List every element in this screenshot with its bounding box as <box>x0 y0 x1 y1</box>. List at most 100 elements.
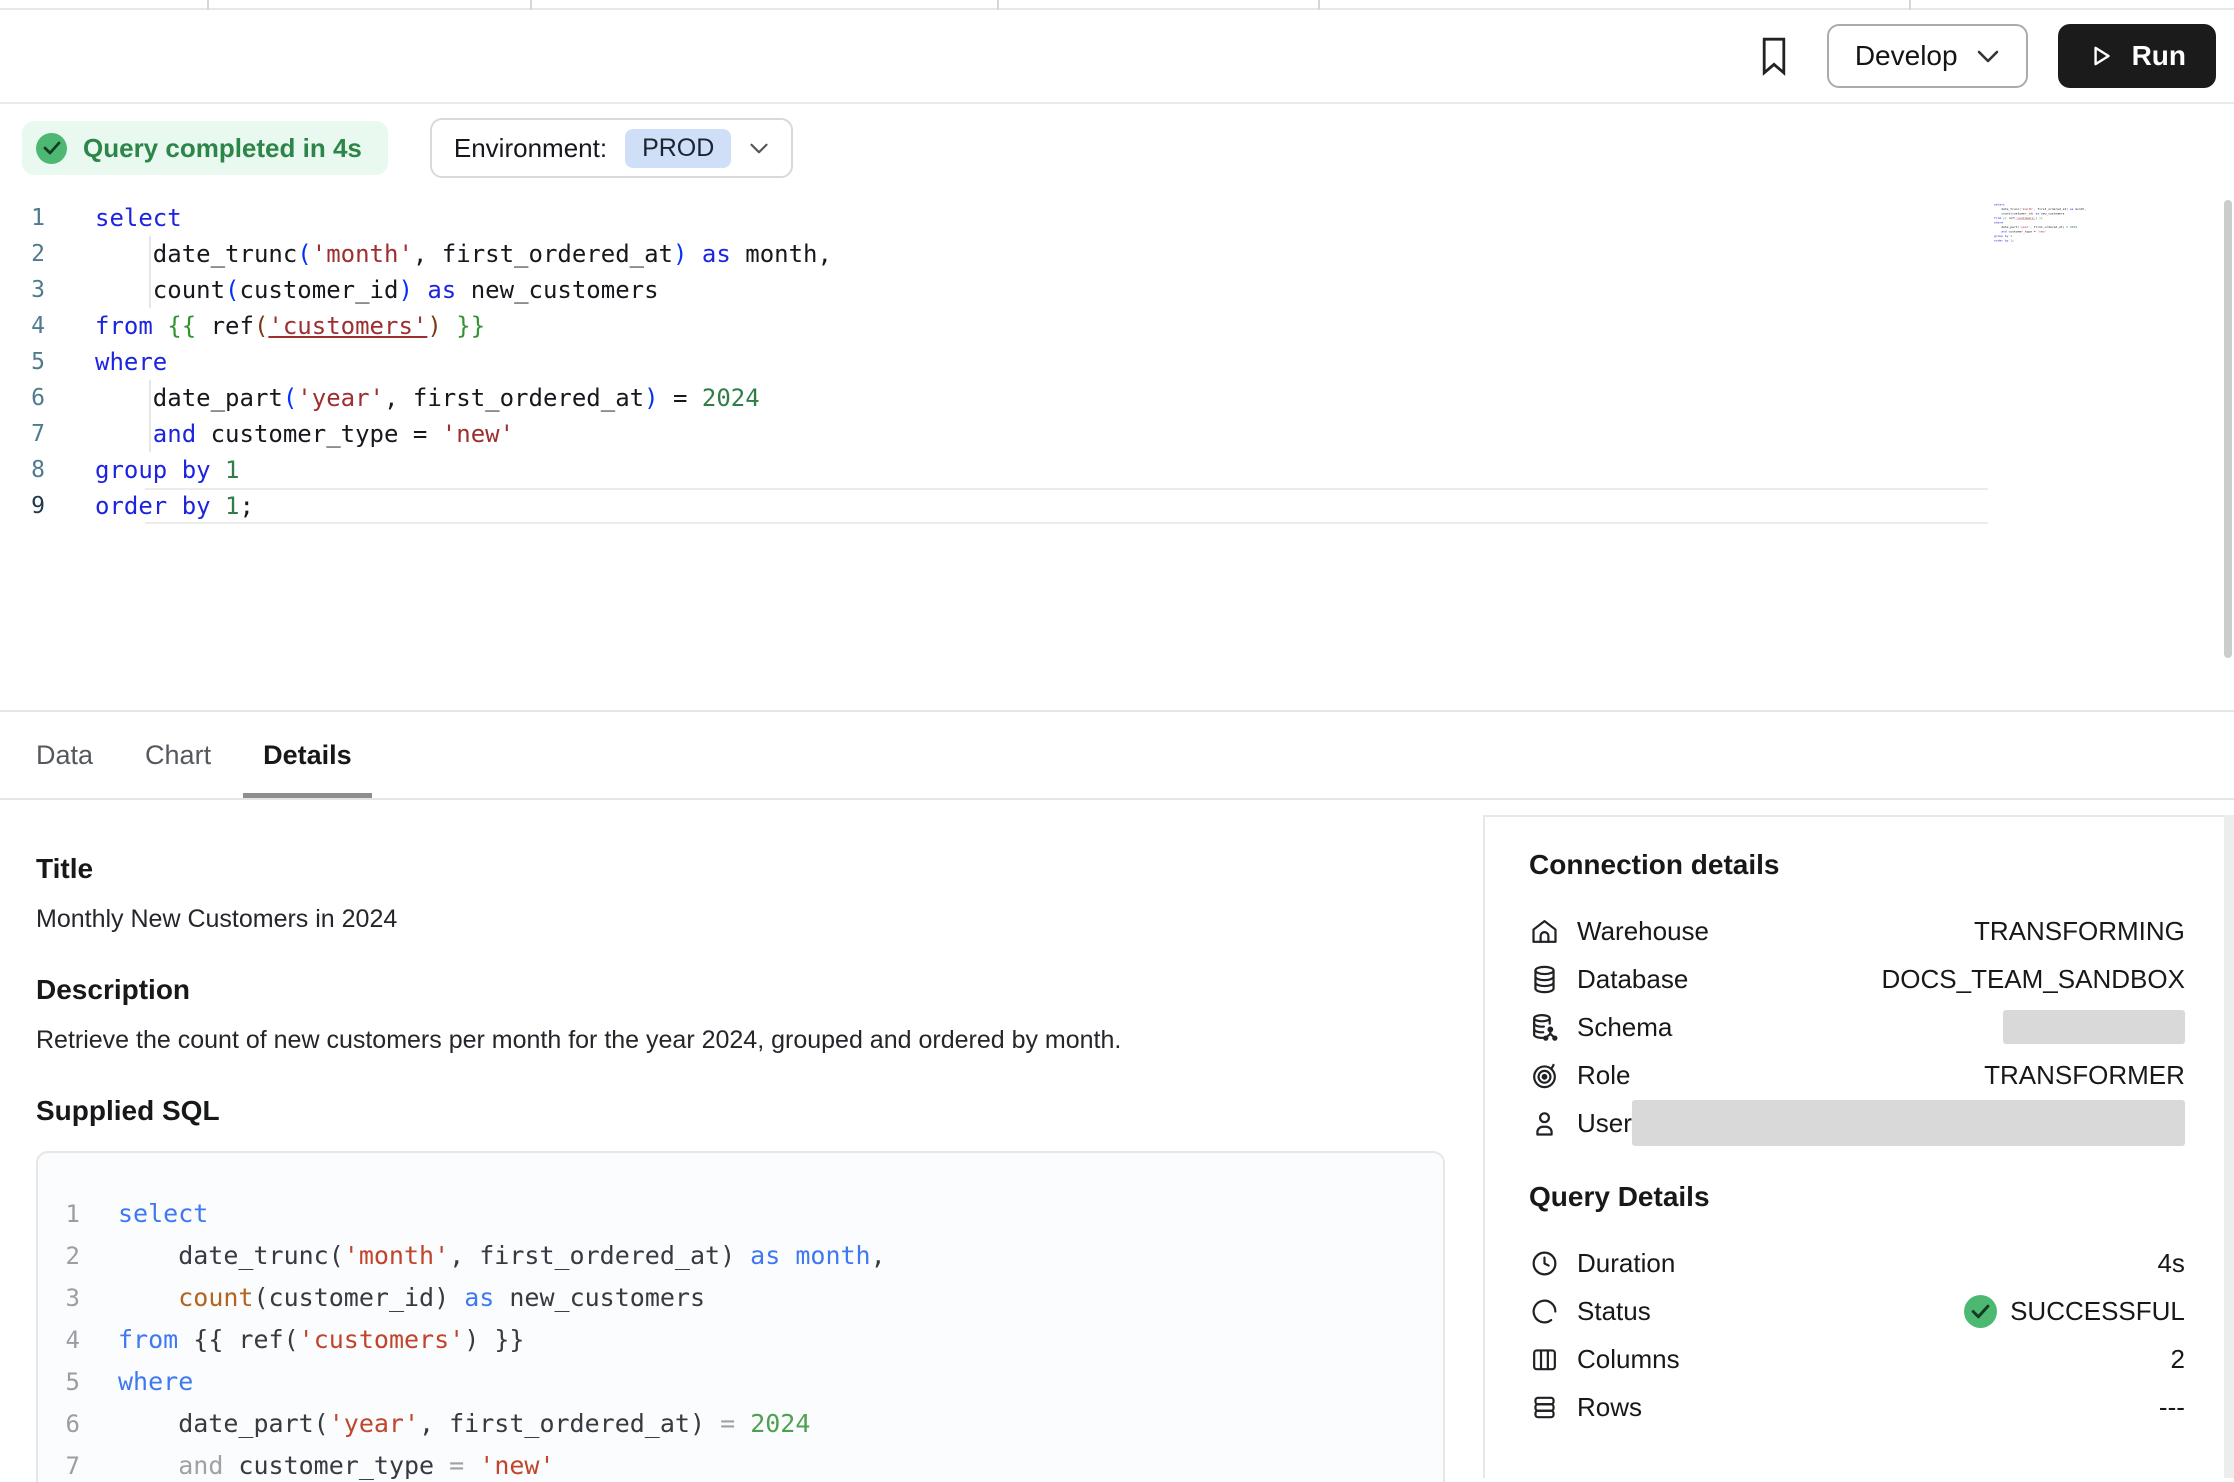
tab-divider <box>1318 0 1320 10</box>
rows-label: Rows <box>1577 1392 1642 1423</box>
line-number: 1 <box>38 1193 118 1235</box>
line-number: 9 <box>0 488 95 524</box>
schema-redacted-value <box>2003 1010 2185 1044</box>
connection-row-user: User <box>1529 1099 2185 1147</box>
code-line-3[interactable]: 3 count(customer_id) as new_customers <box>38 1277 1413 1319</box>
line-number: 7 <box>38 1445 118 1482</box>
description-heading: Description <box>36 974 1445 1006</box>
line-number: 5 <box>0 344 95 380</box>
bookmark-icon[interactable] <box>1751 33 1797 79</box>
results-tabbar: Data Chart Details <box>0 710 2234 800</box>
play-icon <box>2088 43 2114 69</box>
code-line-3[interactable]: 3 count(customer_id) as new_customers <box>0 272 2234 308</box>
warehouse-label: Warehouse <box>1577 916 1709 947</box>
query-status-text: Query completed in 4s <box>83 133 362 164</box>
details-panel: Title Monthly New Customers in 2024 Desc… <box>0 815 2234 1478</box>
user-label: User <box>1577 1108 1632 1139</box>
tab-chart[interactable]: Chart <box>125 712 231 798</box>
supplied-sql-heading: Supplied SQL <box>36 1095 1445 1127</box>
code-line-9[interactable]: 9order by 1; <box>0 488 2234 524</box>
rows-value: --- <box>2159 1392 2185 1423</box>
editor-minimap-content: select date_trunc('month', first_ordered… <box>1994 202 2100 243</box>
user-redacted-value <box>1632 1100 2185 1146</box>
tab-divider <box>1909 0 1911 10</box>
environment-selector[interactable]: Environment: PROD <box>430 118 793 178</box>
code-line-4[interactable]: 4from {{ ref('customers') }} <box>38 1319 1413 1361</box>
window-tab-strip <box>0 0 2234 10</box>
code-line-6[interactable]: 6 date_part('year', first_ordered_at) = … <box>0 380 2234 416</box>
query-row-columns: Columns 2 <box>1529 1335 2185 1383</box>
query-details-rows: Duration 4s Status <box>1529 1239 2185 1431</box>
status-badge: SUCCESSFUL <box>1964 1295 2185 1328</box>
database-icon <box>1529 964 1565 995</box>
line-number: 7 <box>0 416 95 452</box>
success-check-icon <box>1964 1295 1997 1328</box>
line-number: 3 <box>0 272 95 308</box>
database-label: Database <box>1577 964 1688 995</box>
connection-row-role: Role TRANSFORMER <box>1529 1051 2185 1099</box>
code-line-1[interactable]: 1select <box>0 200 2234 236</box>
tab-data[interactable]: Data <box>16 712 113 798</box>
connection-details-rows: Warehouse TRANSFORMING Database DOCS_TEA… <box>1529 907 2185 1147</box>
database-value: DOCS_TEAM_SANDBOX <box>1882 964 2185 995</box>
code-line-2[interactable]: 2 date_trunc('month', first_ordered_at) … <box>0 236 2234 272</box>
develop-button-label: Develop <box>1855 40 1958 72</box>
line-number: 1 <box>0 200 95 236</box>
tab-details-label: Details <box>263 740 352 771</box>
duration-value: 4s <box>2157 1248 2184 1279</box>
line-number: 4 <box>0 308 95 344</box>
connection-details-heading: Connection details <box>1529 849 2185 881</box>
code-line-8[interactable]: 8group by 1 <box>0 452 2234 488</box>
line-number: 8 <box>0 452 95 488</box>
environment-label: Environment: <box>454 133 607 164</box>
query-status-row: Query completed in 4s Environment: PROD <box>0 104 2234 192</box>
query-details-heading: Query Details <box>1529 1181 2185 1213</box>
code-line-1[interactable]: 1select <box>38 1193 1413 1235</box>
tab-chart-label: Chart <box>145 740 211 771</box>
duration-icon <box>1529 1248 1565 1279</box>
columns-icon <box>1529 1344 1565 1375</box>
columns-label: Columns <box>1577 1344 1680 1375</box>
details-scrollbar[interactable] <box>2224 815 2234 1478</box>
role-label: Role <box>1577 1060 1630 1091</box>
role-value: TRANSFORMER <box>1984 1060 2185 1091</box>
query-status-pill: Query completed in 4s <box>22 121 388 175</box>
chevron-down-icon <box>1976 49 2000 64</box>
supplied-sql-block: 1select2 date_trunc('month', first_order… <box>36 1151 1445 1482</box>
code-line-5[interactable]: 5where <box>0 344 2234 380</box>
sql-editor-code[interactable]: 1select2 date_trunc('month', first_order… <box>0 200 2234 524</box>
description-value: Retrieve the count of new customers per … <box>36 1026 1445 1055</box>
line-number: 6 <box>38 1403 118 1445</box>
tab-divider <box>530 0 532 10</box>
line-number: 3 <box>38 1277 118 1319</box>
warehouse-value: TRANSFORMING <box>1974 916 2185 947</box>
warehouse-icon <box>1529 916 1565 947</box>
schema-label: Schema <box>1577 1012 1672 1043</box>
status-value: SUCCESSFUL <box>2010 1296 2185 1327</box>
duration-label: Duration <box>1577 1248 1675 1279</box>
editor-minimap[interactable]: select date_trunc('month', first_ordered… <box>1994 202 2100 254</box>
status-icon <box>1529 1296 1565 1327</box>
details-left-column: Title Monthly New Customers in 2024 Desc… <box>0 815 1483 1478</box>
develop-dropdown-button[interactable]: Develop <box>1827 24 2028 88</box>
code-line-4[interactable]: 4from {{ ref('customers') }} <box>0 308 2234 344</box>
query-row-status: Status SUCCESSFUL <box>1529 1287 2185 1335</box>
run-button[interactable]: Run <box>2058 24 2216 88</box>
line-number: 6 <box>0 380 95 416</box>
code-line-6[interactable]: 6 date_part('year', first_ordered_at) = … <box>38 1403 1413 1445</box>
code-line-5[interactable]: 5where <box>38 1361 1413 1403</box>
chevron-down-icon <box>749 142 769 155</box>
role-icon <box>1529 1060 1565 1091</box>
rows-icon <box>1529 1392 1565 1423</box>
sql-editor[interactable]: 1select2 date_trunc('month', first_order… <box>0 192 2234 710</box>
check-circle-icon <box>36 133 67 164</box>
code-line-2[interactable]: 2 date_trunc('month', first_ordered_at) … <box>38 1235 1413 1277</box>
connection-row-schema: Schema <box>1529 1003 2185 1051</box>
code-line-7[interactable]: 7 and customer_type = 'new' <box>0 416 2234 452</box>
code-line-7[interactable]: 7 and customer_type = 'new' <box>38 1445 1413 1482</box>
editor-scrollbar[interactable] <box>2224 200 2232 658</box>
query-row-duration: Duration 4s <box>1529 1239 2185 1287</box>
schema-icon <box>1529 1012 1565 1043</box>
line-number: 2 <box>38 1235 118 1277</box>
tab-details[interactable]: Details <box>243 712 372 798</box>
